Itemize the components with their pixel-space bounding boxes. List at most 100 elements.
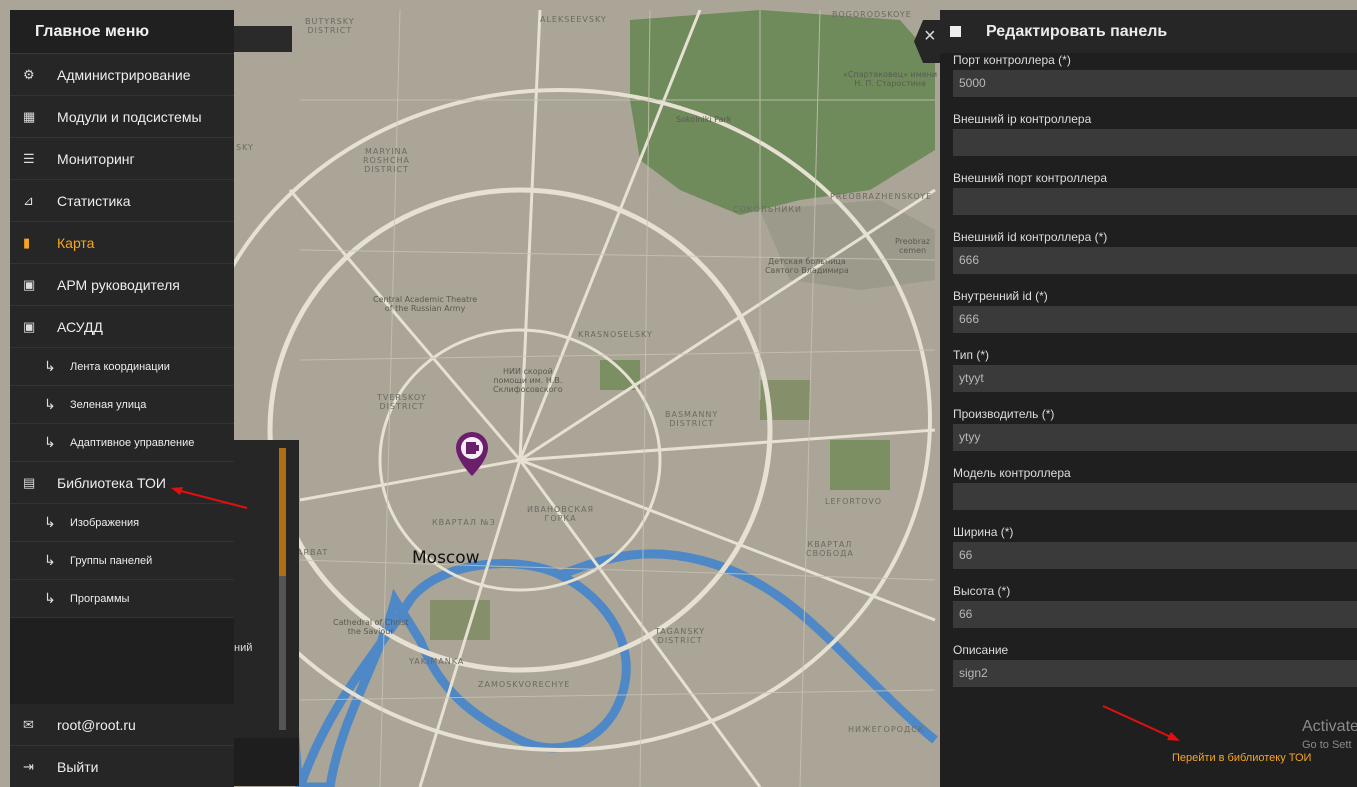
main-menu-sidebar: Главное меню ⚙ Администрирование ▦ Модули и… bbox=[10, 10, 234, 787]
sub-arrow-icon: ↳ bbox=[44, 590, 56, 606]
map-district-label: СОКОЛЬНИКИ bbox=[733, 205, 803, 214]
map-district-label: ZAMOSKVORECHYE bbox=[478, 680, 571, 689]
map-poi-label[interactable]: Cathedral of Christ the Saviour bbox=[333, 618, 408, 636]
sub-arrow-icon: ↳ bbox=[44, 514, 56, 530]
controller-model-label: Модель контроллера bbox=[953, 466, 1071, 480]
external-port-input[interactable] bbox=[953, 188, 1357, 215]
description-input[interactable]: sign2 bbox=[953, 660, 1357, 687]
sidebar-item-panel-groups[interactable]: ↳ Группы панелей bbox=[10, 542, 234, 580]
sidebar-item-administration[interactable]: ⚙ Администрирование bbox=[10, 54, 234, 96]
sidebar-item-label: Адаптивное управление bbox=[70, 436, 195, 449]
layer-panel-footer bbox=[234, 738, 299, 786]
sidebar-spacer bbox=[10, 618, 234, 710]
manufacturer-input[interactable]: ytyy bbox=[953, 424, 1357, 451]
sidebar-item-label: Администрирование bbox=[57, 66, 191, 83]
map-district-label: YAKIMANKA bbox=[409, 657, 465, 666]
internal-id-label: Внутренний id (*) bbox=[953, 289, 1048, 303]
go-to-library-link[interactable]: Перейти в библиотеку ТОИ bbox=[1172, 752, 1311, 764]
map-district-label: НИЖЕГОРОДСК bbox=[848, 725, 925, 734]
sidebar-item-monitoring[interactable]: ☰ Мониторинг bbox=[10, 138, 234, 180]
sidebar-item-label: АРМ руководителя bbox=[57, 276, 180, 293]
sidebar-item-green-street[interactable]: ↳ Зеленая улица bbox=[10, 386, 234, 424]
map-district-label: BOGORODSKOYE bbox=[832, 10, 912, 19]
map-poi-label[interactable]: НИИ скорой помощи им. Н.В. Склифосовског… bbox=[493, 367, 563, 394]
map-district-label: TAGANSKY DISTRICT bbox=[655, 627, 706, 645]
map-poi-label[interactable]: Sokolniki Park bbox=[676, 115, 731, 124]
external-ip-input[interactable] bbox=[953, 129, 1357, 156]
sidebar-item-label: Лента координации bbox=[70, 360, 170, 373]
map-district-label: SKY bbox=[236, 143, 254, 152]
modules-icon: ▦ bbox=[23, 108, 36, 124]
map-district-label: KRASNOSELSKY bbox=[578, 330, 653, 339]
internal-id-input[interactable]: 666 bbox=[953, 306, 1357, 333]
width-input[interactable]: 66 bbox=[953, 542, 1357, 569]
sidebar-item-label: Модули и подсистемы bbox=[57, 108, 202, 125]
map-poi-label[interactable]: Preobraz cemen bbox=[895, 237, 930, 255]
sidebar-item-label: Группы панелей bbox=[70, 554, 153, 567]
asudd-icon: ▣ bbox=[23, 318, 36, 334]
map-district-label: КВАРТАЛ №3 bbox=[432, 518, 496, 527]
sidebar-item-adaptive[interactable]: ↳ Адаптивное управление bbox=[10, 424, 234, 462]
map-poi-label[interactable]: Детская больница Святого Владимира bbox=[765, 257, 849, 275]
type-input[interactable]: ytyyt bbox=[953, 365, 1357, 392]
height-input[interactable]: 66 bbox=[953, 601, 1357, 628]
external-ip-label: Внешний ip контроллера bbox=[953, 112, 1092, 126]
map-district-label: КВАРТАЛ СВОБОДА bbox=[806, 540, 854, 558]
controller-port-label: Порт контроллера (*) bbox=[953, 53, 1071, 67]
city-label: Moscow bbox=[412, 548, 480, 568]
external-port-label: Внешний порт контроллера bbox=[953, 171, 1108, 185]
sidebar-item-coordination[interactable]: ↳ Лента координации bbox=[10, 348, 234, 386]
map-district-label: ALEKSEEVSKY bbox=[540, 15, 607, 24]
map-district-label: ИВАНОВСКАЯ ГОРКА bbox=[527, 505, 595, 523]
map-district-label: PREOBRAZHENSKOYE bbox=[830, 192, 933, 201]
type-label: Тип (*) bbox=[953, 348, 989, 362]
sidebar-item-modules[interactable]: ▦ Модули и подсистемы bbox=[10, 96, 234, 138]
scrollbar-thumb[interactable] bbox=[279, 448, 286, 576]
sub-arrow-icon: ↳ bbox=[44, 358, 56, 374]
map-poi-label[interactable]: «Спартаковец» имени Н. П. Старостина bbox=[843, 70, 937, 88]
logout-icon: ⇥ bbox=[23, 758, 34, 774]
map-district-label: BUTYRSKY DISTRICT bbox=[305, 17, 355, 35]
manufacturer-label: Производитель (*) bbox=[953, 407, 1055, 421]
activation-watermark-sub: Go to Sett bbox=[1302, 739, 1352, 751]
sidebar-item-label: Зеленая улица bbox=[70, 398, 147, 411]
sidebar-item-user[interactable]: ✉ root@root.ru bbox=[10, 704, 234, 746]
close-icon[interactable]: × bbox=[924, 26, 936, 46]
sidebar-item-map[interactable]: ▮ Карта bbox=[10, 222, 234, 264]
map-district-label: TVERSKOY DISTRICT bbox=[377, 393, 427, 411]
map-district-label: MARYINA ROSHCHA DISTRICT bbox=[363, 147, 411, 174]
sidebar-item-logout[interactable]: ⇥ Выйти bbox=[10, 746, 234, 787]
map-search-input[interactable] bbox=[234, 26, 292, 52]
sidebar-item-label: Изображения bbox=[70, 516, 140, 529]
map-district-label: BASMANNY DISTRICT bbox=[665, 410, 719, 428]
arm-icon: ▣ bbox=[23, 276, 36, 292]
external-id-input[interactable]: 666 bbox=[953, 247, 1357, 274]
controller-model-input[interactable] bbox=[953, 483, 1357, 510]
description-label: Описание bbox=[953, 643, 1009, 657]
sidebar-item-asudd[interactable]: ▣ АСУДД bbox=[10, 306, 234, 348]
logout-label: Выйти bbox=[57, 758, 99, 775]
map-district-label: LEFORTOVO bbox=[825, 497, 883, 506]
edit-panel-header: Редактировать панель bbox=[940, 10, 1357, 53]
layer-panel-text: ний bbox=[234, 642, 253, 654]
mail-icon: ✉ bbox=[23, 716, 34, 732]
panel-square-icon bbox=[950, 26, 961, 37]
library-icon: ▤ bbox=[23, 474, 36, 490]
map-district-label: ARBAT bbox=[297, 548, 329, 557]
controller-port-input[interactable]: 5000 bbox=[953, 70, 1357, 97]
sidebar-item-arm[interactable]: ▣ АРМ руководителя bbox=[10, 264, 234, 306]
user-email: root@root.ru bbox=[57, 716, 136, 733]
width-label: Ширина (*) bbox=[953, 525, 1014, 539]
annotation-arrow-right bbox=[1102, 705, 1180, 741]
sidebar-item-label: Мониторинг bbox=[57, 150, 135, 167]
external-id-label: Внешний id контроллера (*) bbox=[953, 230, 1108, 244]
sub-arrow-icon: ↳ bbox=[44, 434, 56, 450]
annotation-arrow-left bbox=[171, 487, 248, 509]
height-label: Высота (*) bbox=[953, 584, 1011, 598]
sidebar-item-programs[interactable]: ↳ Программы bbox=[10, 580, 234, 618]
administration-icon: ⚙ bbox=[23, 66, 35, 82]
sidebar-item-statistics[interactable]: ⊿ Статистика bbox=[10, 180, 234, 222]
map-poi-label[interactable]: Central Academic Theatre of the Russian … bbox=[373, 295, 477, 313]
monitoring-icon: ☰ bbox=[23, 150, 35, 166]
sidebar-item-label: АСУДД bbox=[57, 318, 103, 335]
